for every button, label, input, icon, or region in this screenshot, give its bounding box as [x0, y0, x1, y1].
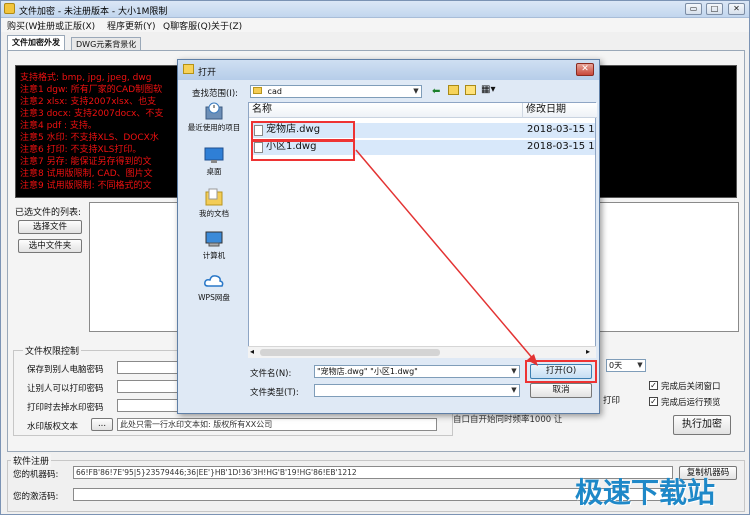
annotation-arrow-layer: [355, 149, 538, 366]
annotation-arrowhead: [527, 354, 538, 366]
annotation-arrow-line: [355, 149, 535, 361]
